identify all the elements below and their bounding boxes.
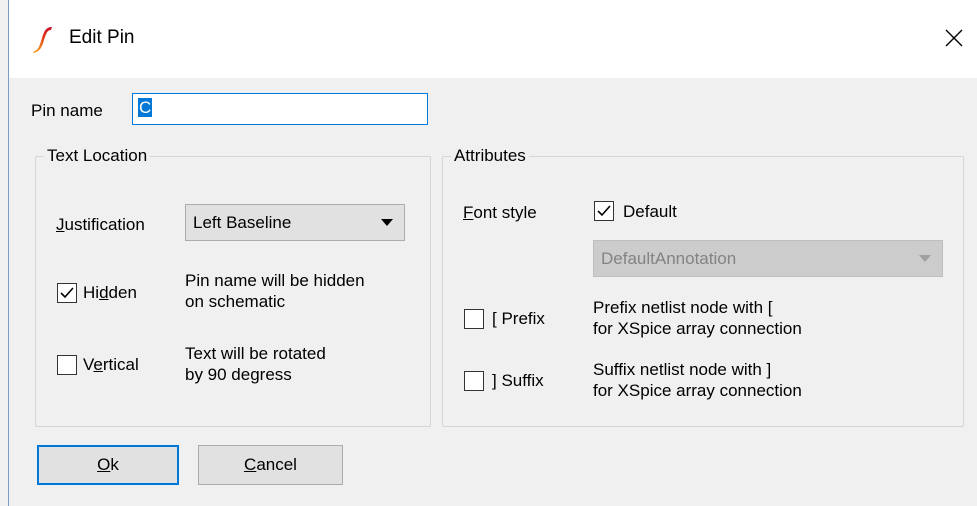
prefix-desc-line1: Prefix netlist node with [ [593, 298, 773, 317]
checkmark-icon [60, 287, 74, 299]
suffix-description: Suffix netlist node with ] for XSpice ar… [593, 359, 802, 401]
font-style-label: Font style [463, 203, 537, 222]
hidden-description: Pin name will be hidden on schematic [185, 270, 365, 312]
chevron-down-icon [919, 255, 931, 262]
prefix-description: Prefix netlist node with [ for XSpice ar… [593, 297, 802, 339]
vertical-desc-line2: by 90 degress [185, 365, 292, 384]
hidden-label[interactable]: Hidden [83, 283, 137, 303]
vertical-checkbox[interactable] [57, 355, 77, 375]
checkmark-icon [597, 205, 611, 217]
vertical-label[interactable]: Vertical [83, 355, 139, 375]
simetrix-icon [33, 27, 52, 53]
ok-button-label: Ok [97, 455, 119, 474]
cancel-button-label: Cancel [244, 455, 297, 474]
attributes-legend: Attributes [451, 146, 529, 166]
font-style-value: DefaultAnnotation [601, 249, 737, 268]
hidden-desc-line2: on schematic [185, 292, 286, 311]
ok-button[interactable]: Ok [37, 445, 179, 485]
pin-name-label: Pin name [31, 101, 103, 120]
suffix-desc-line2: for XSpice array connection [593, 381, 802, 400]
justification-select[interactable]: Left Baseline [185, 204, 405, 241]
suffix-checkbox[interactable] [464, 371, 484, 391]
close-button[interactable] [931, 18, 977, 58]
justification-value: Left Baseline [193, 213, 292, 232]
font-style-select: DefaultAnnotation [593, 240, 943, 277]
cancel-button[interactable]: Cancel [198, 445, 343, 485]
chevron-down-icon [381, 219, 393, 226]
prefix-label[interactable]: [ Prefix [492, 309, 545, 329]
text-location-legend: Text Location [44, 146, 151, 166]
vertical-desc-line1: Text will be rotated [185, 344, 326, 363]
justification-label: Justification [56, 215, 145, 234]
vertical-description: Text will be rotated by 90 degress [185, 343, 326, 385]
edit-pin-dialog: Edit Pin Pin name C Text Location Justif… [8, 0, 977, 506]
prefix-desc-line2: for XSpice array connection [593, 319, 802, 338]
hidden-desc-line1: Pin name will be hidden [185, 271, 365, 290]
default-label[interactable]: Default [623, 202, 677, 222]
title-bar: Edit Pin [9, 0, 977, 78]
pin-name-value: C [138, 98, 153, 117]
prefix-checkbox[interactable] [464, 309, 484, 329]
suffix-desc-line1: Suffix netlist node with ] [593, 360, 772, 379]
hidden-checkbox[interactable] [57, 283, 77, 303]
pin-name-input[interactable]: C [132, 93, 428, 125]
default-checkbox[interactable] [594, 201, 614, 221]
close-icon [945, 29, 963, 47]
suffix-label[interactable]: ] Suffix [492, 371, 544, 391]
window-title: Edit Pin [69, 27, 135, 48]
